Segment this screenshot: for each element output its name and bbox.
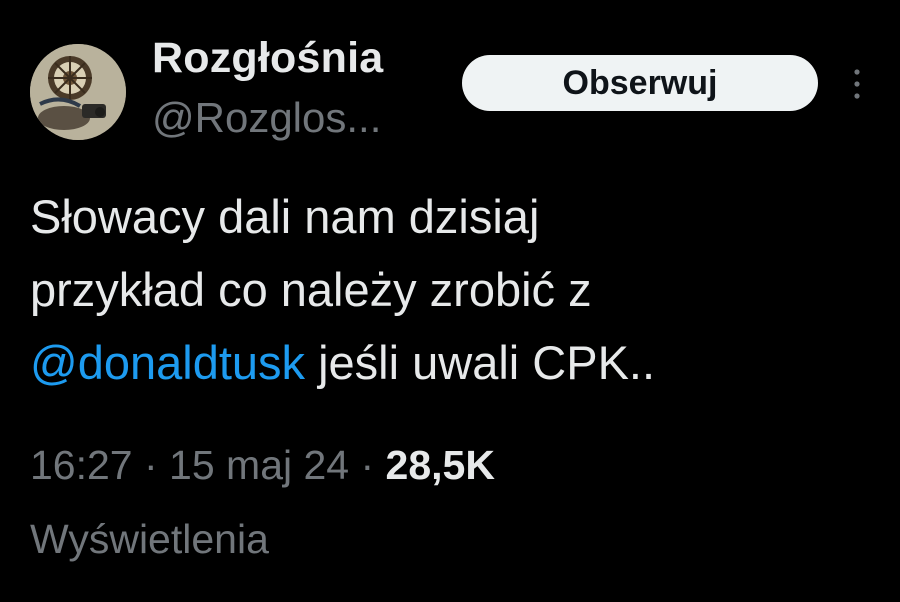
tweet-date[interactable]: 15 maj 24 bbox=[169, 442, 349, 488]
tweet-meta-line: 16:27 · 15 maj 24 · 28,5K bbox=[30, 428, 870, 502]
views-label: Wyświetlenia bbox=[30, 516, 269, 562]
tweet-text-rest: jeśli uwali CPK.. bbox=[305, 336, 656, 389]
meta-separator: · bbox=[132, 442, 170, 488]
author-display-name[interactable]: Rozgłośnia bbox=[152, 34, 383, 83]
tweet-text-line: przykład co należy zrobić z bbox=[30, 263, 592, 316]
tweet-card: Rozgłośnia @Rozglos... Obserwuj Słowacy … bbox=[0, 0, 900, 602]
tweet-time[interactable]: 16:27 bbox=[30, 442, 133, 488]
tweet-meta: 16:27 · 15 maj 24 · 28,5K Wyświetlenia bbox=[30, 428, 870, 576]
avatar-image bbox=[30, 44, 126, 140]
tweet-text-line: Słowacy dali nam dzisiaj bbox=[30, 190, 540, 243]
follow-button[interactable]: Obserwuj bbox=[462, 55, 818, 111]
tweet-text: Słowacy dali nam dzisiaj przykład co nal… bbox=[30, 180, 870, 399]
avatar[interactable] bbox=[30, 44, 126, 140]
author-handle[interactable]: @Rozglos... bbox=[152, 94, 381, 142]
more-options-button[interactable] bbox=[843, 62, 871, 106]
meta-separator: · bbox=[349, 442, 386, 488]
tweet-text-line: @donaldtusk jeśli uwali CPK.. bbox=[30, 326, 870, 399]
mention-link[interactable]: @donaldtusk bbox=[30, 336, 305, 389]
more-vertical-icon bbox=[854, 69, 860, 99]
views-count: 28,5K bbox=[385, 442, 495, 488]
